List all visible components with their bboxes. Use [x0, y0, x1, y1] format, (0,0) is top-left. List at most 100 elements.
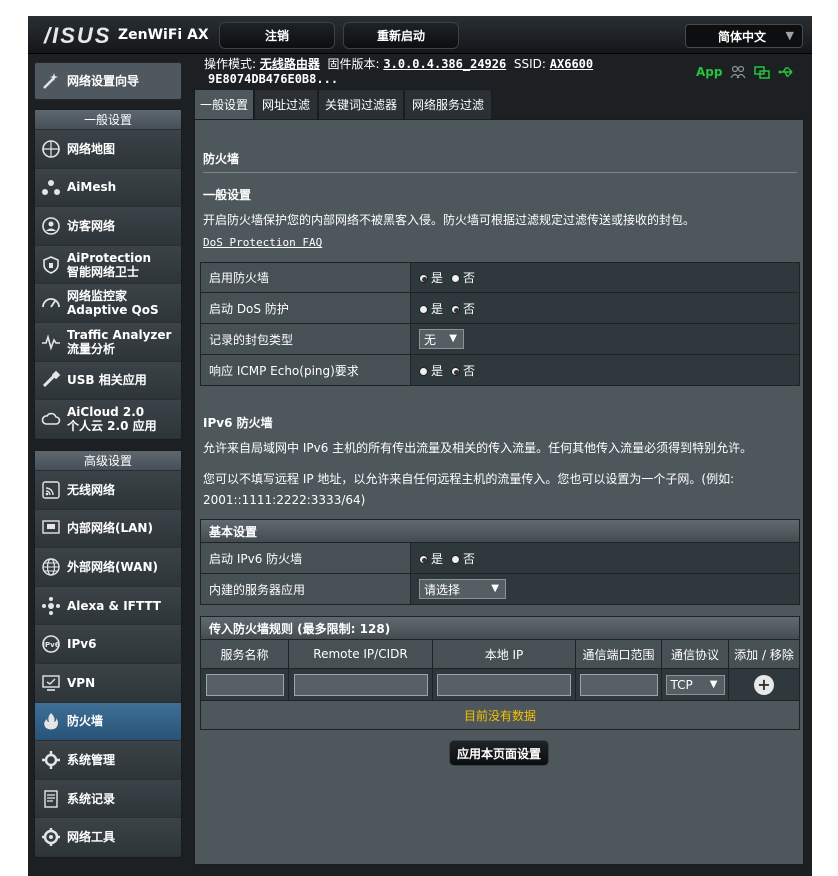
sidebar-item-wireless[interactable]: 无线网络 — [35, 471, 181, 510]
sidebar-item-usb[interactable]: USB 相关应用 — [35, 361, 181, 401]
sidebar-item-label: 内部网络(LAN) — [67, 521, 153, 536]
builtin-server-select[interactable]: 请选择 ▼ — [419, 579, 506, 599]
column-header: 添加 / 移除 — [729, 640, 799, 668]
row-label: 记录的封包类型 — [201, 324, 411, 354]
chevron-down-icon: ▼ — [449, 333, 457, 344]
sidebar-item-label: AiProtection 智能网络卫士 — [67, 250, 151, 279]
network-status-icon[interactable] — [754, 65, 771, 79]
sidebar-general: 一般设置 网络地图 AiMesh 访客网络 AiProtection 智能网络卫士 网络… — [34, 109, 182, 440]
shield-icon — [39, 253, 63, 277]
inbound-rules-table: 服务名称 Remote IP/CIDR 本地 IP 通信端口范围 通信协议 添加… — [200, 640, 800, 730]
sidebar-item-shield[interactable]: AiProtection 智能网络卫士 — [35, 245, 181, 285]
reboot-button[interactable]: 重新启动 — [343, 22, 459, 49]
usb-icon — [39, 368, 63, 392]
sidebar-item-aimesh[interactable]: AiMesh — [35, 168, 181, 208]
dos-faq-link[interactable]: DoS Protection FAQ — [203, 236, 322, 249]
no-data-message: 目前没有数据 — [201, 700, 799, 729]
ipv6-firewall-title: IPv6 防火墙 — [203, 416, 273, 430]
sidebar-item-cloud[interactable]: AiCloud 2.0 个人云 2.0 应用 — [35, 400, 181, 439]
local-ip-input[interactable] — [437, 673, 571, 696]
dos-protection-no[interactable]: 否 — [451, 300, 475, 317]
usb-status-icon[interactable] — [778, 65, 794, 79]
tab-service-filter[interactable]: 网络服务过滤 — [404, 89, 492, 119]
sidebar-item-label: 防火墙 — [67, 714, 104, 729]
radio-on-icon — [419, 554, 428, 564]
sidebar-item-firewall[interactable]: 防火墙 — [35, 702, 181, 742]
sidebar-item-pulse[interactable]: Traffic Analyzer 流量分析 — [35, 322, 181, 362]
sidebar-item-lan[interactable]: 内部网络(LAN) — [35, 509, 181, 549]
icmp-ping-no[interactable]: 否 — [451, 362, 475, 379]
radio-off-icon — [419, 366, 428, 376]
sidebar-item-label: 无线网络 — [67, 482, 116, 497]
firewall-icon — [39, 709, 63, 733]
enable-firewall-yes[interactable]: 是 — [419, 269, 443, 286]
gauge-icon — [39, 291, 63, 315]
sidebar-item-vpn[interactable]: VPN — [35, 663, 181, 703]
apply-button[interactable]: 应用本页面设置 — [449, 740, 549, 766]
row-label: 响应 ICMP Echo(ping)要求 — [201, 355, 411, 385]
app-link[interactable]: App — [696, 65, 722, 79]
builtin-server-row: 内建的服务器应用 请选择 ▼ — [200, 574, 800, 605]
sidebar-item-label: USB 相关应用 — [67, 373, 147, 388]
sidebar-item-guest-network[interactable]: 访客网络 — [35, 207, 181, 246]
radio-off-icon — [451, 274, 461, 283]
enable-firewall-no[interactable]: 否 — [451, 269, 475, 286]
router-admin-page: /ISUS ZenWiFi AX 注销 重新启动 简体中文 ▼ 操作模式: 无线… — [28, 16, 812, 876]
pulse-icon — [39, 330, 63, 354]
radio-on-icon — [419, 274, 428, 283]
radio-on-icon — [451, 366, 461, 376]
column-header: 服务名称 — [201, 640, 289, 668]
firmware-link[interactable]: 3.0.0.4.386_24926 — [383, 57, 506, 71]
tab-general[interactable]: 一般设置 — [194, 89, 254, 119]
add-rule-button[interactable]: + — [754, 674, 774, 695]
chevron-down-icon: ▼ — [785, 29, 794, 42]
tab-keyword-filter[interactable]: 关键词过滤器 — [318, 89, 404, 119]
ssid-label: SSID: — [513, 57, 546, 71]
sidebar-item-label: 系统记录 — [67, 791, 116, 806]
logout-button[interactable]: 注销 — [219, 22, 335, 49]
asus-logo[interactable]: /ISUS — [44, 23, 111, 49]
sidebar-item-globe[interactable]: 外部网络(WAN) — [35, 548, 181, 587]
logged-packets-select[interactable]: 无 ▼ — [419, 329, 464, 349]
firewall-description: 开启防火墙保护您的内部网络不被黑客入侵。防火墙可根据过滤规定过滤传送或接收的封包… — [203, 213, 696, 227]
sidebar-item-network-map[interactable]: 网络地图 — [35, 130, 181, 169]
sidebar-item-label: 访客网络 — [67, 218, 116, 233]
remote-ip-input[interactable] — [293, 673, 428, 696]
logged-packets-row: 记录的封包类型 无 ▼ — [200, 324, 800, 355]
rules-input-row: TCP ▼ + — [201, 668, 799, 700]
sidebar-item-gauge[interactable]: 网络监控家 Adaptive QoS — [35, 284, 181, 323]
language-value: 简体中文 — [718, 29, 767, 44]
quick-setup-wizard[interactable]: 网络设置向导 — [34, 62, 182, 100]
service-name-input[interactable] — [205, 673, 284, 696]
sidebar-item-tools[interactable]: 网络工具 — [35, 818, 181, 857]
log-icon — [39, 787, 63, 811]
chevron-down-icon: ▼ — [491, 583, 499, 594]
port-range-input[interactable] — [579, 673, 658, 696]
sidebar-item-alexa[interactable]: Alexa & IFTTT — [35, 586, 181, 626]
sidebar-item-log[interactable]: 系统记录 — [35, 779, 181, 819]
language-select[interactable]: 简体中文 ▼ — [685, 24, 803, 48]
column-header: Remote IP/CIDR — [289, 640, 433, 668]
advanced-settings-heading: 高级设置 — [35, 451, 181, 471]
row-label: 启用防火墙 — [201, 263, 411, 292]
column-header: 通信端口范围 — [576, 640, 662, 668]
sidebar-item-admin[interactable]: 系统管理 — [35, 741, 181, 780]
ipv6-firewall-yes[interactable]: 是 — [419, 550, 443, 567]
basic-settings-heading: 基本设置 — [200, 519, 800, 543]
mode-link[interactable]: 无线路由器 — [260, 57, 320, 71]
icmp-ping-yes[interactable]: 是 — [419, 362, 443, 379]
protocol-select[interactable]: TCP ▼ — [665, 674, 725, 695]
model-name: ZenWiFi AX — [118, 27, 209, 43]
sidebar-item-ipv6[interactable]: IPv6 IPv6 — [35, 625, 181, 664]
ipv6-firewall-no[interactable]: 否 — [451, 550, 475, 567]
wand-icon — [39, 69, 63, 93]
dos-protection-yes[interactable]: 是 — [419, 300, 443, 317]
ssid-link[interactable]: AX6600 — [550, 57, 593, 71]
tab-url-filter[interactable]: 网址过滤 — [254, 89, 318, 119]
column-header: 本地 IP — [433, 640, 576, 668]
inbound-rules-heading: 传入防火墙规则 (最多限制: 128) — [200, 616, 800, 640]
clients-icon[interactable] — [730, 65, 746, 79]
lan-icon — [39, 516, 63, 540]
sidebar-item-label: 外部网络(WAN) — [67, 559, 158, 574]
row-label: 内建的服务器应用 — [201, 574, 411, 604]
